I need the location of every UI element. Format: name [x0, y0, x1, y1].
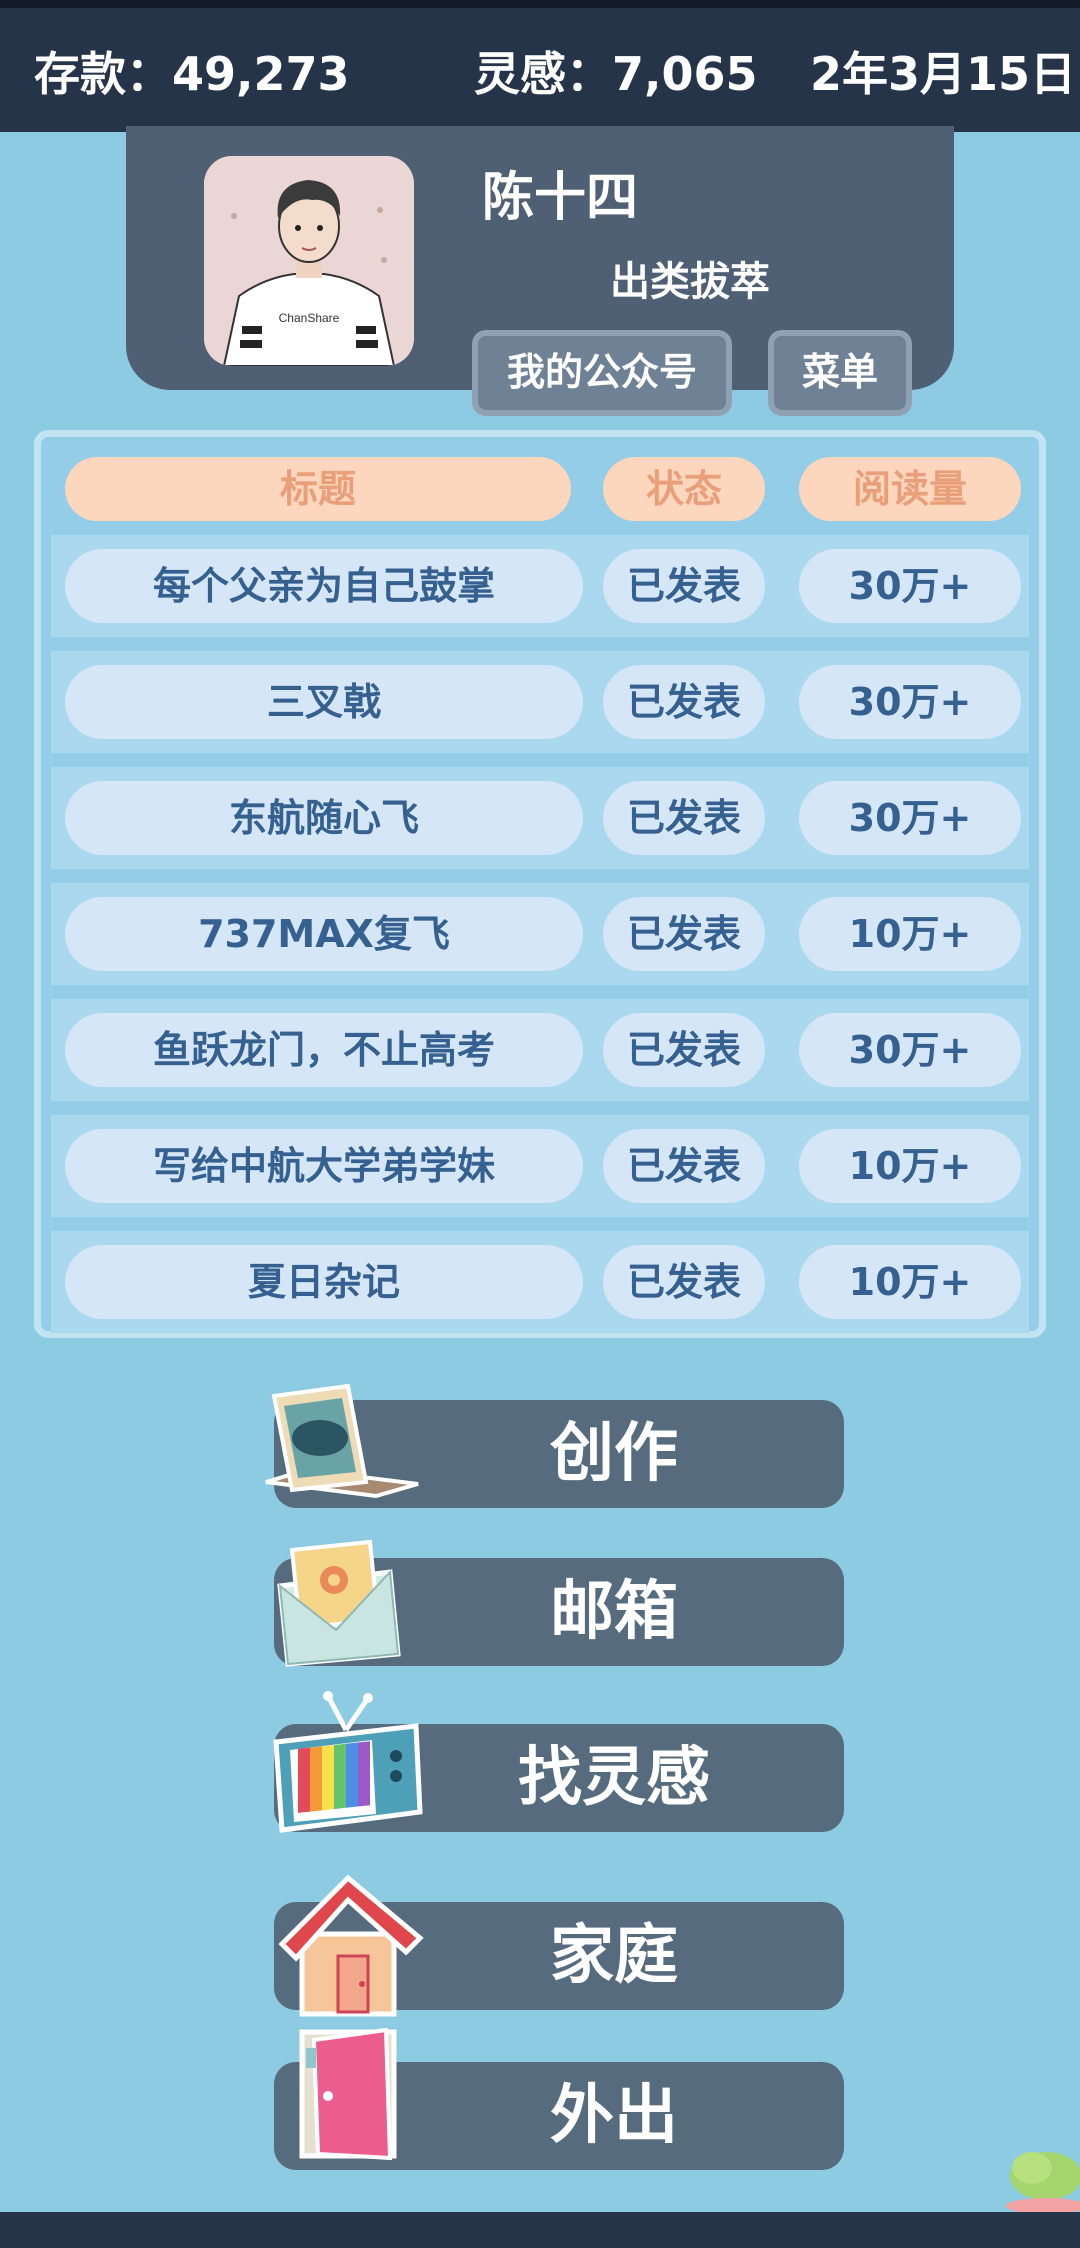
article-title: 夏日杂记 [65, 1245, 583, 1319]
find-inspiration-label: 找灵感 [518, 1741, 710, 1815]
table-row[interactable]: 夏日杂记 已发表 10万+ [51, 1231, 1029, 1333]
profile-card: ChanShare 陈十四 出类拔萃 我的公众号 菜单 [126, 126, 954, 416]
article-title: 东航随心飞 [65, 781, 583, 855]
article-status: 已发表 [603, 549, 765, 623]
article-title: 每个父亲为自己鼓掌 [65, 549, 583, 623]
article-reads: 30万+ [799, 549, 1021, 623]
article-title: 737MAX复飞 [65, 897, 583, 971]
date-display: 2年3月15日 [810, 47, 1077, 101]
menu-button[interactable]: 菜单 [768, 330, 912, 416]
tv-icon [273, 1691, 423, 1833]
laptop-icon [265, 1384, 419, 1499]
player-name: 陈十四 [482, 168, 639, 228]
door-icon [299, 2027, 397, 2161]
inspiration-display: 灵感：7,065 [474, 47, 758, 101]
article-reads: 10万+ [799, 1129, 1021, 1203]
bottom-bar [0, 2212, 1080, 2248]
header-status: 状态 [603, 457, 765, 521]
article-status: 已发表 [603, 897, 765, 971]
mailbox-label: 邮箱 [550, 1575, 678, 1649]
article-status: 已发表 [603, 1129, 765, 1203]
header-title: 标题 [65, 457, 571, 521]
table-row[interactable]: 写给中航大学弟学妹 已发表 10万+ [51, 1115, 1029, 1217]
table-row[interactable]: 三叉戟 已发表 30万+ [51, 651, 1029, 753]
article-reads: 30万+ [799, 1013, 1021, 1087]
player-title: 出类拔萃 [610, 259, 770, 305]
articles-table: 标题 状态 阅读量 每个父亲为自己鼓掌 已发表 30万+ 三叉戟 已发表 30万… [34, 430, 1046, 1338]
mail-icon [277, 1539, 401, 1667]
status-bar: 存款：49,273 灵感：7,065 2年3月15日 [0, 0, 1080, 132]
article-status: 已发表 [603, 1245, 765, 1319]
article-title: 写给中航大学弟学妹 [65, 1129, 583, 1203]
article-reads: 10万+ [799, 1245, 1021, 1319]
article-reads: 30万+ [799, 665, 1021, 739]
avatar-shirt-text: ChanShare [279, 311, 340, 325]
article-status: 已发表 [603, 1013, 765, 1087]
header-reads: 阅读量 [799, 457, 1021, 521]
bush-icon [1006, 2152, 1080, 2212]
house-icon [278, 1874, 424, 2017]
article-title: 鱼跃龙门，不止高考 [65, 1013, 583, 1087]
go-out-label: 外出 [550, 2079, 678, 2153]
family-label: 家庭 [550, 1919, 678, 1993]
table-row[interactable]: 东航随心飞 已发表 30万+ [51, 767, 1029, 869]
avatar-portrait-icon: ChanShare [204, 156, 414, 366]
my-account-button[interactable]: 我的公众号 [472, 330, 732, 416]
article-status: 已发表 [603, 665, 765, 739]
table-row[interactable]: 每个父亲为自己鼓掌 已发表 30万+ [51, 535, 1029, 637]
create-label: 创作 [550, 1417, 678, 1491]
table-row[interactable]: 737MAX复飞 已发表 10万+ [51, 883, 1029, 985]
article-status: 已发表 [603, 781, 765, 855]
article-reads: 10万+ [799, 897, 1021, 971]
savings-display: 存款：49,273 [34, 47, 350, 101]
article-reads: 30万+ [799, 781, 1021, 855]
avatar[interactable]: ChanShare [204, 156, 414, 366]
table-row[interactable]: 鱼跃龙门，不止高考 已发表 30万+ [51, 999, 1029, 1101]
article-title: 三叉戟 [65, 665, 583, 739]
